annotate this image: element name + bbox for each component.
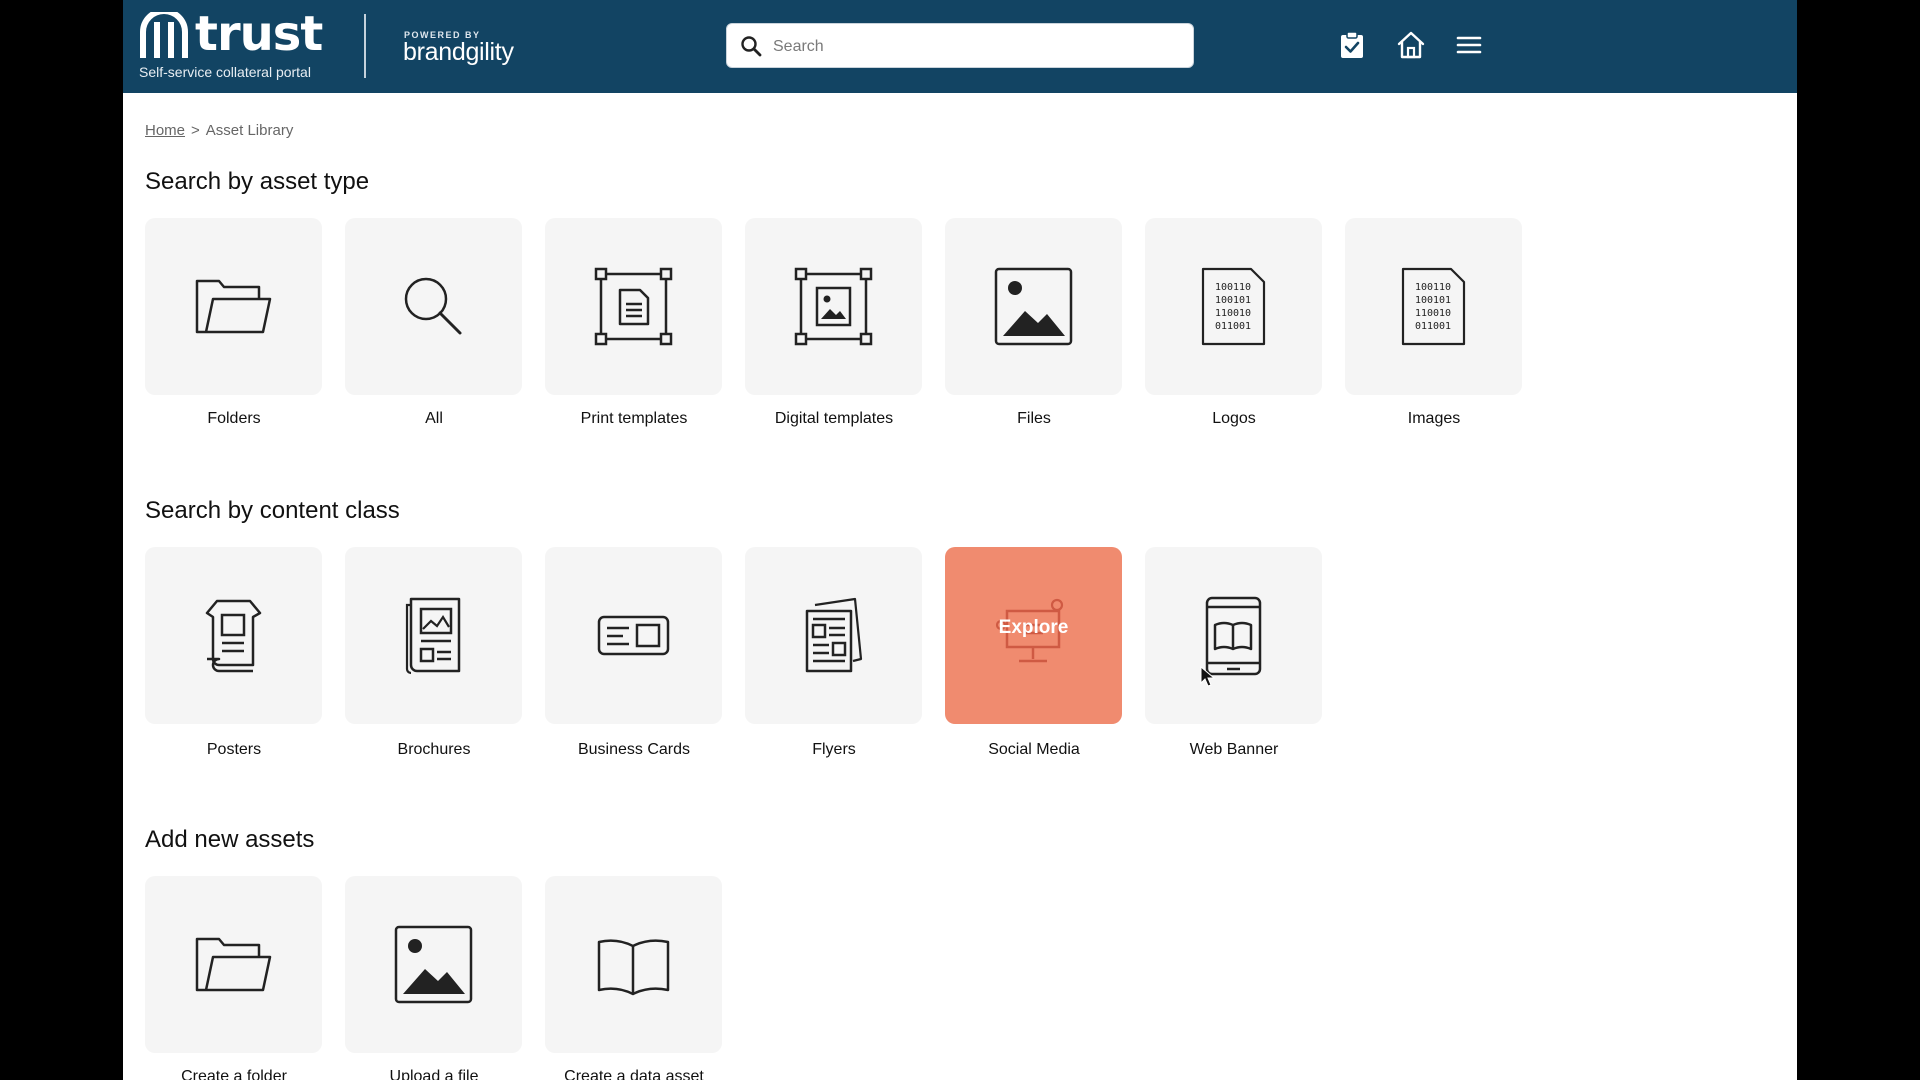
tile-label-create-folder: Create a folder <box>181 1068 287 1080</box>
home-icon[interactable] <box>1396 30 1426 60</box>
flyer-icon <box>805 597 863 673</box>
section-title-add-new: Add new assets <box>145 826 315 853</box>
brand-divider <box>364 14 366 78</box>
book-icon <box>597 939 670 996</box>
section-title-content-class: Search by content class <box>145 497 400 524</box>
brand-name: trust <box>195 6 323 62</box>
tile-label-flyers: Flyers <box>812 741 856 758</box>
brochure-icon <box>405 597 461 675</box>
search-bar[interactable] <box>726 23 1194 69</box>
menu-icon[interactable] <box>1454 30 1484 60</box>
svg-text:100101: 100101 <box>1415 295 1451 306</box>
svg-text:100110: 100110 <box>1215 282 1251 293</box>
tile-upload-file[interactable] <box>345 876 522 1053</box>
tile-label-social-media: Social Media <box>988 741 1080 758</box>
svg-text:100101: 100101 <box>1215 295 1251 306</box>
tile-label-print-templates: Print templates <box>580 410 688 427</box>
tile-social-media[interactable]: Explore <box>945 547 1122 724</box>
svg-text:110010: 110010 <box>1415 308 1451 319</box>
search-icon <box>404 277 462 335</box>
tile-label-web-banner: Web Banner <box>1189 741 1279 758</box>
tile-label-upload-file: Upload a file <box>389 1068 479 1080</box>
tile-posters[interactable] <box>145 547 322 724</box>
tile-label-posters: Posters <box>206 741 262 758</box>
breadcrumb-separator: > <box>191 122 200 139</box>
svg-text:110010: 110010 <box>1215 308 1251 319</box>
print-template-icon <box>594 267 673 346</box>
image-icon <box>394 925 473 1004</box>
web-banner-icon <box>1205 596 1262 676</box>
tile-flyers[interactable] <box>745 547 922 724</box>
digital-template-icon <box>794 267 873 346</box>
tile-label-create-data-asset: Create a data asset <box>564 1068 704 1080</box>
breadcrumb: Home > Asset Library <box>145 122 293 139</box>
powered-by-brand: brandgility <box>403 38 514 66</box>
tile-label-images: Images <box>1407 410 1461 427</box>
breadcrumb-home-link[interactable]: Home <box>145 122 185 139</box>
tile-label-logos: Logos <box>1212 410 1256 427</box>
tile-label-folders: Folders <box>207 410 261 427</box>
tile-label-files: Files <box>1017 410 1051 427</box>
svg-text:011001: 011001 <box>1215 321 1251 332</box>
tile-folders[interactable] <box>145 218 322 395</box>
tile-create-data-asset[interactable] <box>545 876 722 1053</box>
tile-images[interactable]: 100110 100101 110010 011001 <box>1345 218 1522 395</box>
app-window: trust Self-service collateral portal POW… <box>123 0 1797 1080</box>
svg-text:100110: 100110 <box>1415 282 1451 293</box>
image-icon <box>994 267 1073 346</box>
tile-brochures[interactable] <box>345 547 522 724</box>
breadcrumb-current: Asset Library <box>205 122 294 139</box>
poster-icon <box>205 599 262 673</box>
section-title-asset-type: Search by asset type <box>145 168 370 195</box>
tile-create-folder[interactable] <box>145 876 322 1053</box>
brand-tagline: Self-service collateral portal <box>139 64 311 80</box>
explore-overlay-label: Explore <box>998 617 1069 638</box>
folder-icon <box>195 279 272 334</box>
business-card-icon <box>597 615 670 656</box>
tile-print-templates[interactable] <box>545 218 722 395</box>
tile-label-all: All <box>425 410 443 427</box>
tile-logos[interactable]: 100110 100101 110010 011001 <box>1145 218 1322 395</box>
search-icon <box>741 36 762 57</box>
binary-file-icon: 100110 100101 110010 011001 <box>1201 267 1266 346</box>
mouse-cursor-icon <box>1200 666 1216 687</box>
tile-business-cards[interactable] <box>545 547 722 724</box>
tile-label-business-cards: Business Cards <box>577 741 691 758</box>
clipboard-check-icon[interactable] <box>1337 30 1367 60</box>
binary-file-icon: 100110 100101 110010 011001 <box>1401 267 1466 346</box>
tile-label-brochures: Brochures <box>397 741 471 758</box>
top-navigation-bar: trust Self-service collateral portal POW… <box>123 0 1797 93</box>
tile-web-banner[interactable] <box>1145 547 1322 724</box>
trust-logo-icon <box>140 12 188 58</box>
brand-logo[interactable]: trust Self-service collateral portal <box>139 6 329 82</box>
search-input[interactable] <box>771 24 1185 69</box>
tile-all[interactable] <box>345 218 522 395</box>
tile-label-digital-templates: Digital templates <box>774 410 894 427</box>
tile-files[interactable] <box>945 218 1122 395</box>
folder-icon <box>195 937 272 992</box>
tile-digital-templates[interactable] <box>745 218 922 395</box>
svg-text:011001: 011001 <box>1415 321 1451 332</box>
